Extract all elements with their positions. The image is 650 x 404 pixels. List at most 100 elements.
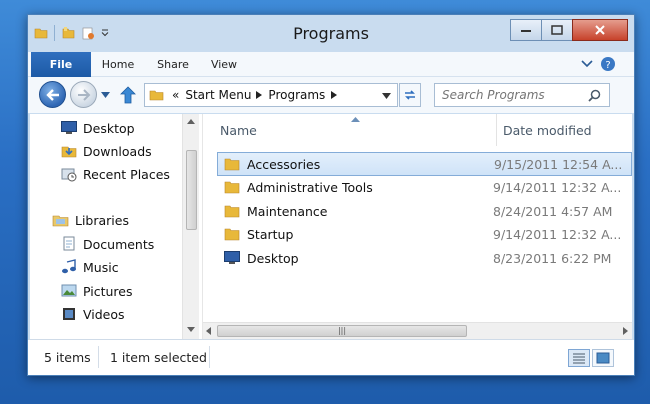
nav-item-desktop[interactable]: Desktop — [61, 118, 135, 138]
help-icon[interactable]: ? — [600, 56, 616, 72]
scrollbar-thumb[interactable] — [186, 150, 197, 230]
column-header-name[interactable]: Name — [220, 114, 490, 146]
recent-locations-dropdown-icon[interactable] — [101, 92, 110, 98]
folder-icon — [149, 90, 164, 101]
close-icon — [595, 25, 605, 35]
breadcrumb-chevron-icon[interactable] — [256, 91, 263, 99]
file-row-maintenance[interactable]: Maintenance 8/24/2011 4:57 AM — [217, 199, 632, 223]
file-row-startup[interactable]: Startup 9/14/2011 12:32 A... — [217, 222, 632, 246]
tab-home[interactable]: Home — [98, 52, 138, 77]
nav-item-videos[interactable]: Videos — [61, 304, 125, 324]
file-name: Maintenance — [247, 203, 328, 219]
close-button[interactable] — [572, 19, 628, 41]
search-input[interactable] — [442, 88, 582, 102]
file-name: Desktop — [247, 250, 299, 266]
back-button[interactable] — [39, 81, 66, 108]
status-bar: 5 items 1 item selected — [28, 339, 634, 375]
file-row-desktop[interactable]: Desktop 8/23/2011 6:22 PM — [217, 246, 632, 270]
forward-arrow-icon — [77, 88, 90, 101]
libraries-icon — [52, 215, 69, 227]
nav-item-downloads[interactable]: Downloads — [61, 141, 152, 161]
refresh-button[interactable] — [399, 83, 421, 107]
nav-item-recent-places[interactable]: Recent Places — [61, 164, 170, 184]
expand-ribbon-icon[interactable] — [581, 59, 593, 69]
nav-item-label: Recent Places — [83, 166, 170, 182]
explorer-window: Programs File Home Share View ? « Start … — [27, 14, 635, 376]
recent-places-icon — [61, 168, 77, 182]
tab-view[interactable]: View — [206, 52, 242, 77]
details-view-icon — [573, 353, 585, 364]
navigation-bar: « Start Menu Programs — [28, 77, 634, 113]
navigation-pane: Desktop Downloads Recent Places Librarie… — [30, 114, 200, 339]
svg-text:?: ? — [605, 60, 610, 71]
navigation-pane-scrollbar[interactable] — [182, 114, 199, 339]
selection-count: 1 item selected — [110, 350, 207, 365]
search-box[interactable] — [434, 83, 610, 107]
folder-icon — [224, 205, 240, 218]
nav-item-label: Downloads — [83, 143, 152, 159]
file-list-scrollbar[interactable]: ||| — [203, 322, 632, 339]
minimize-icon — [521, 30, 531, 32]
folder-icon — [224, 181, 240, 194]
breadcrumb-chevron-icon[interactable] — [331, 91, 338, 99]
details-view-button[interactable] — [568, 349, 590, 367]
scroll-right-icon[interactable] — [623, 327, 628, 335]
content-area: Desktop Downloads Recent Places Librarie… — [30, 114, 632, 339]
file-name: Accessories — [247, 156, 321, 172]
up-arrow-icon[interactable] — [120, 86, 136, 104]
scrollbar-thumb[interactable]: ||| — [217, 325, 467, 337]
videos-icon — [63, 308, 75, 320]
nav-item-label: Desktop — [83, 120, 135, 136]
nav-item-label: Libraries — [75, 212, 129, 228]
tab-share[interactable]: Share — [153, 52, 193, 77]
minimize-button[interactable] — [510, 19, 542, 41]
nav-item-label: Videos — [83, 306, 125, 322]
column-header-date-modified[interactable]: Date modified — [503, 114, 633, 146]
scroll-left-icon[interactable] — [206, 327, 211, 335]
scroll-up-icon[interactable] — [187, 119, 195, 124]
file-name: Startup — [247, 226, 294, 242]
item-count: 5 items — [44, 350, 91, 365]
nav-item-music[interactable]: Music — [61, 257, 119, 277]
breadcrumb-programs[interactable]: Programs — [268, 88, 325, 102]
file-date-modified: 9/14/2011 12:32 A... — [493, 179, 622, 195]
pictures-icon — [61, 284, 77, 297]
nav-item-label: Music — [83, 259, 119, 275]
nav-item-pictures[interactable]: Pictures — [61, 281, 133, 301]
tab-file[interactable]: File — [31, 52, 91, 77]
desktop-shortcut-icon — [224, 251, 240, 264]
file-row-accessories[interactable]: Accessories 9/15/2011 12:54 A... — [217, 152, 632, 176]
breadcrumb-start-menu[interactable]: Start Menu — [185, 88, 251, 102]
large-icons-view-button[interactable] — [592, 349, 614, 367]
ribbon-tabs: File Home Share View ? — [28, 52, 634, 77]
file-date-modified: 8/24/2011 4:57 AM — [493, 203, 613, 219]
address-bar[interactable]: « Start Menu Programs — [144, 83, 398, 107]
music-icon — [62, 259, 76, 274]
column-divider[interactable] — [496, 114, 497, 146]
file-list-pane: Name Date modified Accessories 9/15/2011… — [202, 114, 632, 339]
documents-icon — [63, 236, 75, 251]
address-history-dropdown-icon[interactable] — [382, 93, 391, 99]
status-divider — [209, 346, 210, 368]
file-date-modified: 9/15/2011 12:54 A... — [494, 156, 623, 172]
downloads-folder-icon — [61, 146, 77, 158]
forward-button[interactable] — [70, 81, 97, 108]
title-bar: Programs — [28, 15, 634, 51]
back-arrow-icon — [45, 88, 59, 101]
search-icon[interactable] — [588, 89, 601, 102]
nav-item-label: Pictures — [83, 283, 133, 299]
file-row-administrative-tools[interactable]: Administrative Tools 9/14/2011 12:32 A..… — [217, 175, 632, 199]
maximize-icon — [551, 25, 563, 35]
scroll-down-icon[interactable] — [187, 327, 195, 332]
folder-icon — [224, 158, 240, 171]
refresh-icon — [405, 90, 415, 100]
nav-item-libraries[interactable]: Libraries — [52, 210, 129, 230]
nav-item-documents[interactable]: Documents — [61, 234, 154, 254]
folder-icon — [224, 228, 240, 241]
file-date-modified: 8/23/2011 6:22 PM — [493, 250, 612, 266]
desktop-icon — [61, 121, 77, 134]
maximize-button[interactable] — [541, 19, 573, 41]
file-name: Administrative Tools — [247, 179, 373, 195]
address-overflow[interactable]: « — [172, 88, 179, 102]
file-date-modified: 9/14/2011 12:32 A... — [493, 226, 622, 242]
